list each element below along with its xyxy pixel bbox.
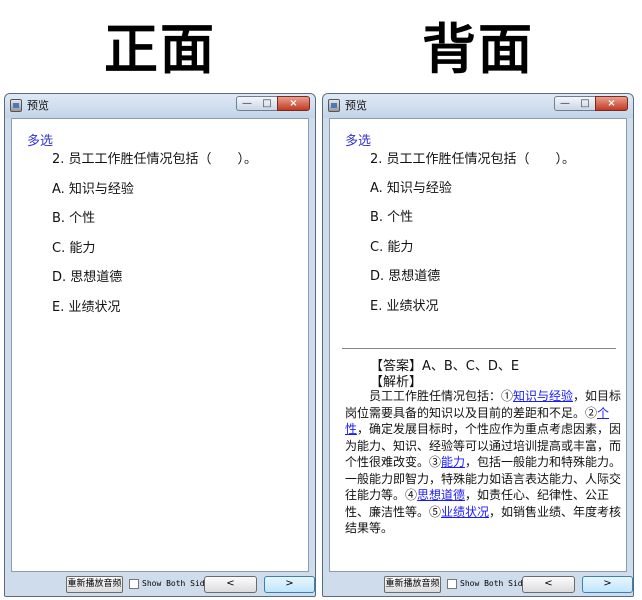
answer-divider (342, 348, 616, 349)
question-text: 2. 员工工作胜任情况包括（ ）。 (52, 152, 258, 167)
option-d: D. 思想道德 (52, 270, 123, 285)
next-button[interactable]: > (582, 576, 633, 593)
status-bar: 重新播放音频 Show Both Sides < > (329, 573, 633, 595)
analysis-text: 员工工作胜任情况包括：①知识与经验，如目标岗位需要具备的知识以及目前的差距和不足… (345, 388, 625, 537)
back-heading: 背面 (422, 17, 534, 81)
link-knowledge-experience[interactable]: 知识与经验 (513, 389, 573, 403)
option-a: A. 知识与经验 (52, 182, 134, 197)
minimize-button[interactable]: — (236, 96, 258, 111)
preview-window-front: 预览 — □ × 多选 2. 员工工作胜任情况包括（ ）。 A. 知识与经验 B… (4, 93, 316, 597)
title-bar[interactable]: 预览 — □ × (323, 94, 633, 118)
window-title: 预览 (345, 99, 367, 112)
option-b: B. 个性 (370, 210, 414, 225)
front-heading: 正面 (104, 17, 216, 81)
preview-window-back: 预览 — □ × 多选 2. 员工工作胜任情况包括（ ）。 A. 知识与经验 B… (322, 93, 634, 597)
option-e: E. 业绩状况 (370, 299, 439, 314)
option-c: C. 能力 (52, 241, 96, 256)
option-e: E. 业绩状况 (52, 300, 121, 315)
link-performance[interactable]: 业绩状况 (441, 505, 489, 519)
previous-button[interactable]: < (522, 576, 575, 593)
replay-audio-button[interactable]: 重新播放音频 (384, 576, 441, 593)
maximize-button[interactable]: □ (575, 96, 596, 111)
question-text: 2. 员工工作胜任情况包括（ ）。 (370, 152, 576, 167)
title-bar[interactable]: 预览 — □ × (5, 94, 315, 118)
close-button[interactable]: × (595, 96, 628, 111)
question-type: 多选 (27, 134, 54, 149)
option-a: A. 知识与经验 (370, 181, 452, 196)
link-morality[interactable]: 思想道德 (417, 488, 465, 502)
status-bar: 重新播放音频 Show Both Sides < > (11, 573, 315, 595)
maximize-button[interactable]: □ (257, 96, 278, 111)
show-both-sides-checkbox[interactable] (129, 579, 139, 589)
option-d: D. 思想道德 (370, 269, 441, 284)
analysis-segment: 员工工作胜任情况包括：① (369, 389, 514, 403)
close-button[interactable]: × (277, 96, 310, 111)
app-icon (328, 99, 340, 112)
card-content: 多选 2. 员工工作胜任情况包括（ ）。 A. 知识与经验 B. 个性 C. 能… (11, 118, 309, 572)
next-button[interactable]: > (264, 576, 315, 593)
link-ability[interactable]: 能力 (441, 455, 465, 469)
app-icon (10, 99, 22, 112)
card-content: 多选 2. 员工工作胜任情况包括（ ）。 A. 知识与经验 B. 个性 C. 能… (329, 118, 627, 572)
question-type: 多选 (345, 134, 372, 149)
previous-button[interactable]: < (204, 576, 257, 593)
window-title: 预览 (27, 99, 49, 112)
replay-audio-button[interactable]: 重新播放音频 (66, 576, 123, 593)
minimize-button[interactable]: — (554, 96, 576, 111)
option-c: C. 能力 (370, 240, 414, 255)
show-both-sides-checkbox[interactable] (447, 579, 457, 589)
option-b: B. 个性 (52, 211, 96, 226)
